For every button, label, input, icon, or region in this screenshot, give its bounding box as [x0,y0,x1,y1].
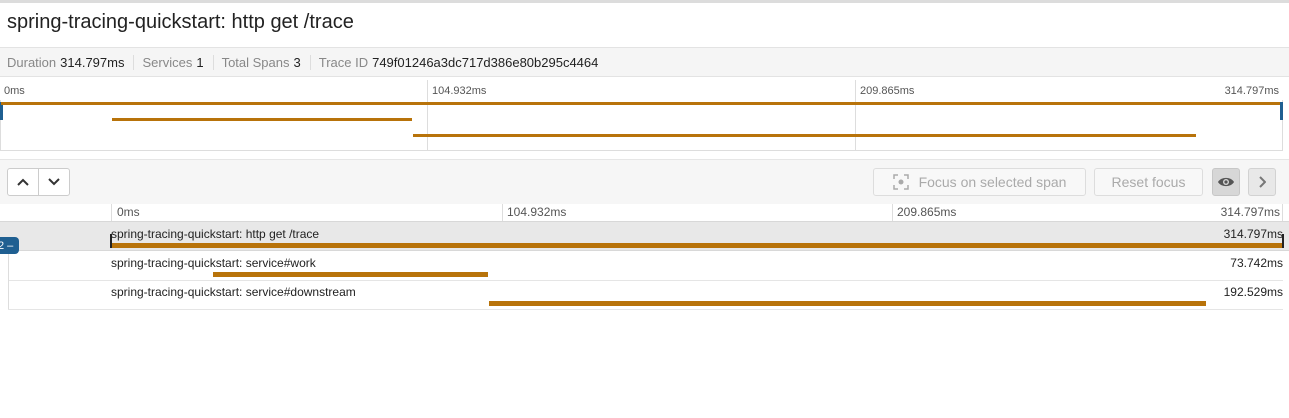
span-bar[interactable] [111,243,1283,248]
span-name: spring-tracing-quickstart: http get /tra… [111,227,320,241]
minimap-tick-label: 314.797ms [1224,85,1279,97]
span-row[interactable]: spring-tracing-quickstart: service#downs… [0,280,1289,310]
duration-label: Duration [7,54,57,70]
duration-stat: Duration 314.797ms [7,54,135,70]
services-value: 1 [196,54,204,70]
timeline-gridline [1282,204,1283,221]
chevron-right-icon [1259,176,1266,188]
spans-value: 3 [293,54,301,70]
spans-label: Total Spans [221,54,290,70]
services-stat: Services 1 [142,54,214,70]
expand-up-button[interactable] [8,169,38,195]
span-end-cap [1282,234,1284,248]
traceid-value: 749f01246a3dc717d386e80b295c4464 [372,54,599,70]
top-border [0,0,1289,3]
focus-target-icon [892,174,909,190]
timeline-tick-label: 314.797ms [1220,205,1280,219]
timeline-gridline [502,204,503,221]
timeline-tick-label: 209.865ms [897,205,957,219]
services-label: Services [142,54,193,70]
reset-label: Reset focus [1111,174,1186,190]
timeline-gridline [111,204,112,221]
minimap-right-handle[interactable] [1280,102,1283,120]
chevron-down-icon [48,178,60,186]
timeline-gridline [892,204,893,221]
trace-minimap[interactable]: 0ms 104.932ms 209.865ms 314.797ms [0,80,1289,151]
chevron-up-icon [17,178,29,186]
page-title: spring-tracing-quickstart: http get /tra… [7,11,354,33]
reset-focus-button[interactable]: Reset focus [1094,168,1203,196]
minimap-tick-label: 104.932ms [432,85,487,97]
row-divider [8,309,1283,310]
minimap-ticks: 0ms 104.932ms 209.865ms 314.797ms [0,80,1289,100]
timeline-toolbar: Focus on selected span Reset focus [0,160,1289,204]
focus-selected-span-button[interactable]: Focus on selected span [873,168,1086,196]
timeline-ticks: 0ms 104.932ms 209.865ms 314.797ms [0,204,1289,221]
tree-guide [8,280,9,310]
span-duration: 73.742ms [1230,256,1283,270]
traceid-label: Trace ID [318,54,369,70]
expand-down-button[interactable] [38,169,69,195]
focus-label: Focus on selected span [918,174,1067,190]
span-bar[interactable] [213,272,488,277]
spans-stat: Total Spans 3 [221,54,311,70]
timeline-tick-label: 104.932ms [507,205,567,219]
tree-guide [8,251,9,281]
minimap-span-bar [413,134,1196,137]
span-row[interactable]: spring-tracing-quickstart: service#work … [0,251,1289,281]
span-duration: 192.529ms [1223,285,1283,299]
span-name: spring-tracing-quickstart: service#downs… [111,285,356,299]
minimap-tick-label: 209.865ms [860,85,915,97]
span-row[interactable]: spring-tracing-quickstart: http get /tra… [0,221,1289,251]
minimap-canvas [0,100,1283,151]
span-nav-group [7,168,70,196]
minimap-span-bar [1,102,1280,105]
eye-icon [1218,177,1234,187]
span-start-cap [110,234,112,248]
minimap-span-bar [112,118,412,121]
toggle-visibility-button[interactable] [1212,168,1240,196]
trace-summary-bar: Duration 314.797ms Services 1 Total Span… [0,47,1289,77]
traceid-stat: Trace ID 749f01246a3dc717d386e80b295c446… [319,55,608,70]
span-name: spring-tracing-quickstart: service#work [111,256,316,270]
span-bar[interactable] [488,301,1206,306]
duration-value: 314.797ms [60,54,125,70]
next-panel-button[interactable] [1248,168,1276,196]
minimap-tick-label: 0ms [4,85,25,97]
span-duration: 314.797ms [1223,227,1283,241]
collapse-children-badge[interactable]: 2 – [0,237,20,254]
timeline-tick-label: 0ms [117,205,140,219]
